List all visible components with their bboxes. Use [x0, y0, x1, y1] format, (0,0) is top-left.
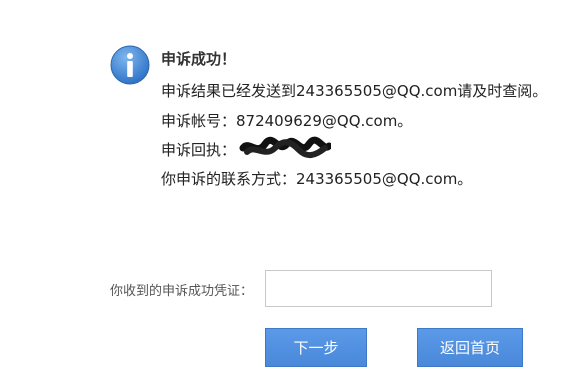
voucher-label: 你收到的申诉成功凭证： [110, 284, 254, 299]
contact-method-line: 你申诉的联系方式：243365505@QQ.com。 [161, 170, 473, 188]
back-home-button[interactable]: 返回首页 [417, 328, 523, 367]
result-sent-line: 申诉结果已经发送到243365505@QQ.com请及时查阅。 [161, 82, 548, 100]
info-icon [110, 45, 150, 85]
redacted-receipt-scribble [239, 136, 331, 158]
appeal-account-line: 申诉帐号：872409629@QQ.com。 [161, 112, 413, 130]
success-title: 申诉成功！ [161, 50, 237, 68]
voucher-input[interactable] [265, 270, 492, 307]
next-step-button[interactable]: 下一步 [265, 328, 367, 367]
appeal-success-page: 申诉成功！ 申诉结果已经发送到243365505@QQ.com请及时查阅。 申诉… [0, 0, 581, 385]
appeal-receipt-label: 申诉回执： [161, 141, 237, 159]
